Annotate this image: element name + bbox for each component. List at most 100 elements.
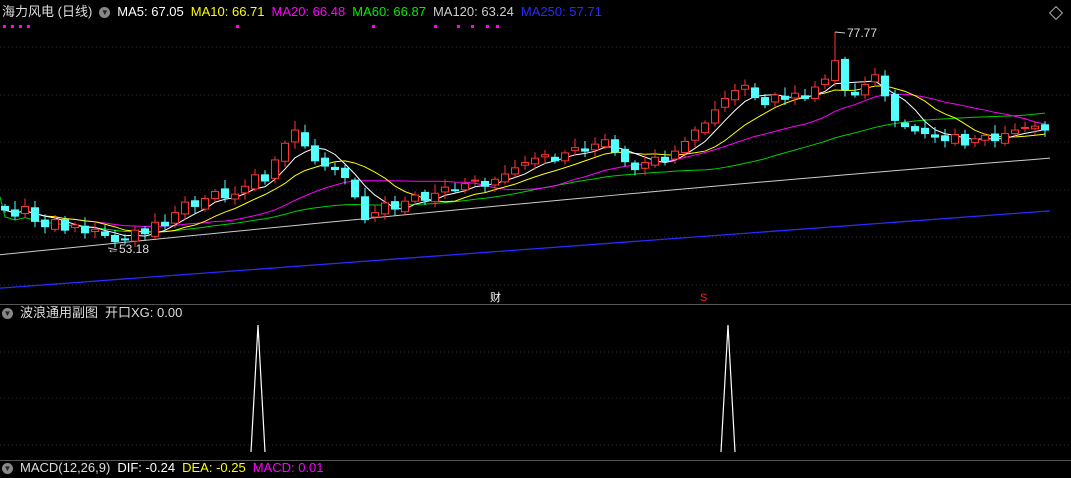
candle-body bbox=[671, 150, 679, 160]
candle-body bbox=[41, 219, 49, 228]
candle-body bbox=[511, 167, 519, 175]
candle-body bbox=[431, 192, 439, 203]
signal-dot bbox=[434, 25, 437, 28]
candle-body bbox=[661, 156, 669, 163]
candle-body bbox=[181, 201, 189, 215]
candle-body bbox=[121, 238, 129, 241]
candle-body bbox=[921, 127, 929, 135]
candle-body bbox=[321, 157, 329, 167]
candle-body bbox=[771, 94, 779, 103]
candle-body bbox=[241, 185, 249, 194]
dif-value: DIF: -0.24 bbox=[117, 460, 176, 475]
candle-body bbox=[1031, 125, 1039, 130]
candle-body bbox=[471, 179, 479, 182]
candle-body bbox=[1011, 129, 1019, 135]
candle-body bbox=[691, 129, 699, 141]
ma120-label: MA120: 63.24 bbox=[432, 4, 514, 19]
candle-body bbox=[961, 133, 969, 146]
signal-dot bbox=[19, 25, 22, 28]
candle-body bbox=[991, 133, 999, 142]
candle-body bbox=[571, 147, 579, 151]
chevron-down-icon[interactable]: ▼ bbox=[2, 307, 13, 319]
candle-body bbox=[331, 166, 339, 171]
high-pointer bbox=[834, 31, 846, 34]
candle-body bbox=[71, 224, 79, 229]
candle-body bbox=[721, 97, 729, 108]
candle-body bbox=[541, 154, 549, 158]
candle-body bbox=[111, 234, 119, 243]
candle-body bbox=[11, 209, 19, 217]
ma250-label: MA250: 57.71 bbox=[520, 4, 602, 19]
candle-body bbox=[611, 139, 619, 153]
chevron-down-icon[interactable]: ▼ bbox=[99, 6, 111, 18]
candle-body bbox=[681, 140, 689, 153]
candle-body bbox=[131, 229, 139, 242]
candle-body bbox=[651, 156, 659, 166]
sub-chart-title: 波浪通用副图 bbox=[20, 305, 99, 320]
ma120-line bbox=[0, 157, 1051, 256]
candle-body bbox=[101, 231, 109, 236]
signal-dot bbox=[457, 25, 460, 28]
candle-body bbox=[971, 138, 979, 143]
stock-name: 海力风电 (日线) bbox=[2, 4, 93, 19]
candle-body bbox=[251, 174, 259, 190]
candle-body bbox=[851, 91, 859, 96]
candle-body bbox=[791, 92, 799, 99]
candle-body bbox=[591, 143, 599, 151]
ma20-label: MA20: 66.48 bbox=[271, 4, 346, 19]
candle-body bbox=[351, 179, 359, 198]
high-label: 77.77 bbox=[847, 26, 877, 40]
ma5-label: MA5: 67.05 bbox=[117, 4, 184, 19]
candle-body bbox=[621, 148, 629, 163]
candle-body bbox=[811, 86, 819, 99]
candle-body bbox=[891, 94, 899, 121]
candle-body bbox=[301, 132, 309, 147]
price-chart[interactable]: 77.77 ←53.18 财 S bbox=[0, 0, 1071, 467]
candle-body bbox=[421, 191, 429, 201]
chevron-down-icon[interactable]: ▼ bbox=[2, 462, 13, 474]
signal-dot bbox=[372, 25, 375, 28]
candle-body bbox=[821, 78, 829, 85]
candle-body bbox=[411, 194, 419, 202]
candle-body bbox=[731, 90, 739, 101]
candle-body bbox=[1, 205, 9, 211]
candle-body bbox=[741, 84, 749, 90]
candle-body bbox=[171, 212, 179, 224]
candle-body bbox=[201, 198, 209, 210]
candle-body bbox=[161, 221, 169, 227]
candle-body bbox=[21, 205, 29, 214]
signal-dot bbox=[471, 25, 474, 28]
candle-body bbox=[1041, 124, 1049, 131]
dea-value: DEA: -0.25 bbox=[182, 460, 246, 475]
candle-body bbox=[641, 162, 649, 169]
candle-body bbox=[1021, 126, 1029, 129]
candle-body bbox=[871, 74, 879, 83]
candle-body bbox=[401, 200, 409, 213]
candle-body bbox=[231, 193, 239, 200]
candle-body bbox=[581, 148, 589, 152]
candle-body bbox=[271, 159, 279, 179]
candle-body bbox=[361, 196, 369, 221]
candle-body bbox=[341, 167, 349, 178]
signal-dot bbox=[27, 25, 30, 28]
candle-body bbox=[151, 221, 159, 237]
signal-dot bbox=[236, 25, 239, 28]
candle-body bbox=[761, 97, 769, 106]
macd-legend: ▼ MACD(12,26,9) DIF: -0.24 DEA: -0.25 MA… bbox=[2, 458, 324, 478]
macd-value: MACD: 0.01 bbox=[252, 460, 324, 475]
candle-body bbox=[51, 219, 59, 230]
xg-spike bbox=[720, 324, 736, 453]
candle-body bbox=[831, 60, 839, 81]
main-legend: 海力风电 (日线) ▼ MA5: 67.05 MA10: 66.71 MA20:… bbox=[2, 2, 602, 22]
candle-body bbox=[261, 174, 269, 182]
candle-body bbox=[801, 95, 809, 99]
candle-body bbox=[951, 133, 959, 144]
candle-body bbox=[211, 191, 219, 200]
candle-body bbox=[281, 142, 289, 162]
candle-body bbox=[861, 83, 869, 96]
candle-body bbox=[881, 75, 889, 97]
candle-body bbox=[631, 162, 639, 171]
candle-body bbox=[61, 219, 69, 231]
ma60-label: MA60: 66.87 bbox=[352, 4, 426, 19]
candle-body bbox=[1001, 133, 1009, 144]
